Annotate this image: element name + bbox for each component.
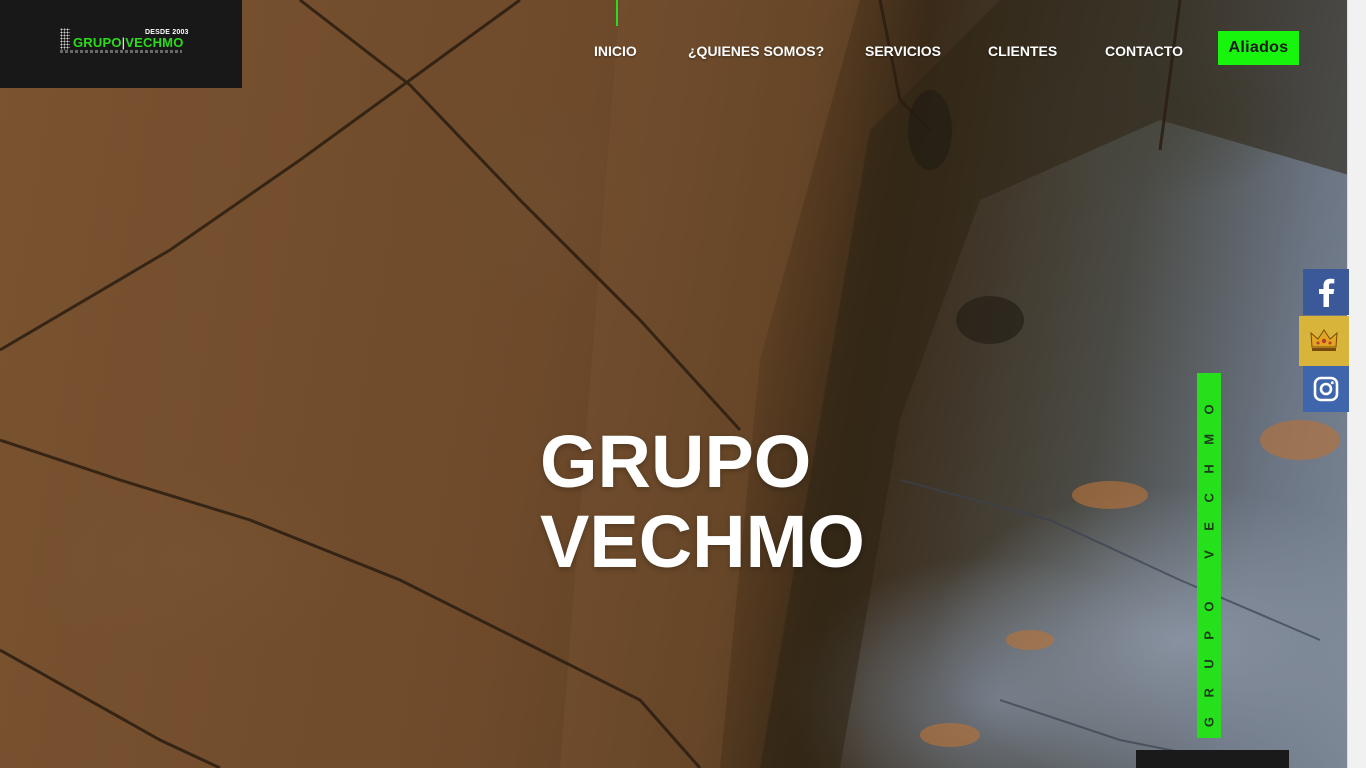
logo-name-part2: VECHMO — [125, 35, 184, 50]
crown-app-icon — [1310, 329, 1338, 351]
nav-item-servicios[interactable]: SERVICIOS — [865, 40, 941, 62]
facebook-icon — [1319, 278, 1335, 307]
nav-item-inicio[interactable]: INICIO — [594, 40, 637, 62]
vertical-brand-tag: GRUPO VECHMO — [1197, 373, 1221, 738]
scrollbar[interactable] — [1347, 0, 1366, 768]
page: DESDE 2003 GRUPO|VECHMO INICIO ¿QUIENES … — [0, 0, 1366, 768]
app-link[interactable] — [1299, 316, 1349, 366]
vertical-brand-text: GRUPO VECHMO — [1201, 384, 1217, 727]
instagram-link[interactable] — [1303, 366, 1349, 412]
hero-background — [0, 0, 1366, 768]
logo-name-part1: GRUPO — [73, 35, 122, 50]
logo-grid-icon — [60, 28, 70, 50]
site-logo[interactable]: DESDE 2003 GRUPO|VECHMO — [0, 0, 242, 88]
logo-tagline — [60, 50, 182, 53]
nav-active-indicator — [616, 0, 618, 26]
hero-title-line1: GRUPO — [540, 420, 812, 503]
hero-title: GRUPO VECHMO — [540, 422, 865, 582]
aliados-button[interactable]: Aliados — [1218, 31, 1299, 65]
bottom-widget[interactable] — [1136, 750, 1289, 768]
logo-wordmark: GRUPO|VECHMO — [73, 35, 184, 50]
nav-item-quienes-somos[interactable]: ¿QUIENES SOMOS? — [688, 40, 824, 62]
facebook-link[interactable] — [1303, 269, 1349, 315]
nav-item-contacto[interactable]: CONTACTO — [1105, 40, 1183, 62]
nav-item-clientes[interactable]: CLIENTES — [988, 40, 1057, 62]
instagram-icon — [1313, 376, 1339, 402]
hero-title-line2: VECHMO — [540, 500, 865, 583]
